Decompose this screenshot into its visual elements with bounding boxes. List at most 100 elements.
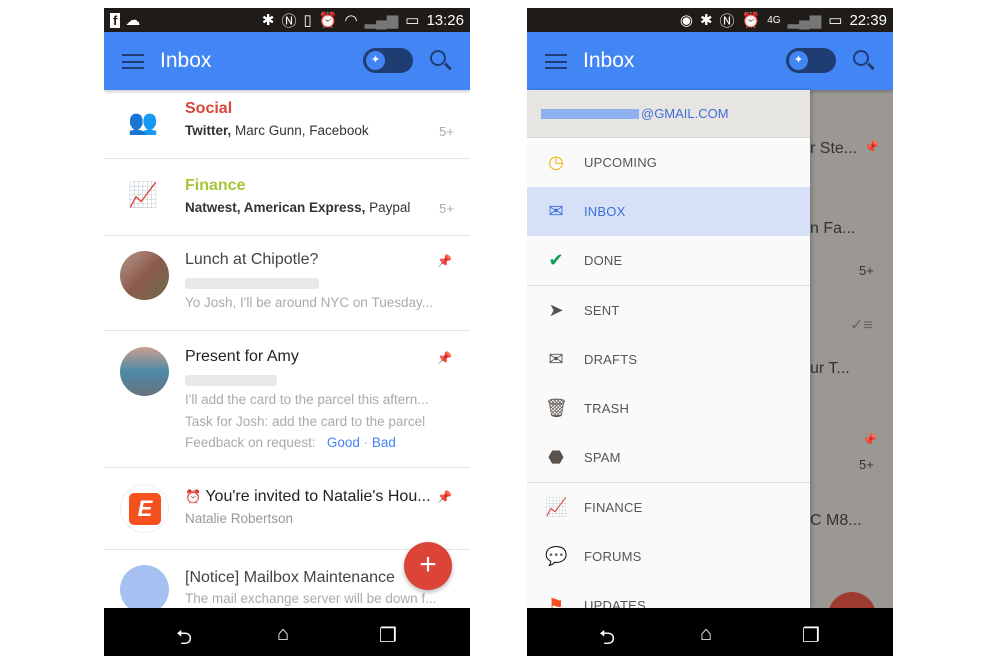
- account-email: @GMAIL.COM: [641, 106, 729, 121]
- search-icon[interactable]: [853, 50, 869, 66]
- drawer-item-label: SPAM: [584, 450, 621, 465]
- status-time: 22:39: [849, 11, 887, 29]
- email-snippet: The mail exchange server will be down f.…: [185, 591, 437, 606]
- avatar: E: [120, 484, 169, 533]
- pin-icon: ✦: [789, 51, 808, 70]
- page-title: Inbox: [160, 49, 212, 72]
- pinned-toggle[interactable]: ✦: [363, 48, 413, 73]
- bundle-count: 5+: [439, 201, 454, 216]
- trash-icon: 🗑: [545, 398, 568, 418]
- facebook-icon: f: [110, 12, 121, 28]
- email-row[interactable]: E ⏰ You're invited to Natalie's Hou... N…: [104, 468, 470, 550]
- bluetooth-icon: ✱: [699, 12, 713, 29]
- menu-icon[interactable]: [545, 54, 567, 69]
- drawer-item-label: DONE: [584, 253, 623, 268]
- nav-bar: ⮌ ⌂ ❐: [527, 608, 893, 656]
- bundle-senders: Marc Gunn, Facebook: [231, 123, 369, 138]
- recents-button[interactable]: ❐: [379, 623, 397, 648]
- drafts-icon: ✉: [548, 349, 564, 369]
- bundle-title: Social: [185, 100, 233, 117]
- avatar: [120, 347, 169, 396]
- battery-icon: ▭: [405, 12, 420, 29]
- compose-button[interactable]: +: [404, 542, 452, 590]
- feedback-bad-link[interactable]: Bad: [372, 435, 396, 450]
- bundle-title: Finance: [185, 177, 246, 194]
- pin-icon: 📌: [862, 433, 877, 447]
- check-icon: ✔: [548, 250, 564, 270]
- drawer-item-forums[interactable]: 💬 FORUMS: [527, 532, 810, 581]
- bluetooth-icon: ✱: [261, 12, 275, 29]
- app-bar: Inbox ✦: [104, 32, 470, 90]
- redacted-email: [541, 109, 639, 119]
- drawer-item-label: TRASH: [584, 401, 630, 416]
- drawer-item-sent[interactable]: ➤ SENT: [527, 286, 810, 335]
- redacted-sender: [185, 375, 277, 386]
- back-button[interactable]: ⮌: [599, 623, 615, 656]
- count: 5+: [859, 457, 874, 472]
- search-icon[interactable]: [430, 50, 446, 66]
- recents-button[interactable]: ❐: [802, 623, 820, 648]
- bundle-senders: Paypal: [365, 200, 411, 215]
- pin-icon: 📌: [864, 140, 879, 154]
- email-subject: Lunch at Chipotle?: [185, 251, 319, 268]
- pinned-toggle[interactable]: ✦: [786, 48, 836, 73]
- status-bar: f ☁ ✱ Ⓝ ▯ ⏰ ◠ ▂▄▆ ▭ 13:26: [104, 8, 470, 32]
- drawer-item-label: FORUMS: [584, 549, 642, 564]
- sweep-icon: ✓≡: [850, 317, 873, 334]
- home-button[interactable]: ⌂: [700, 623, 712, 646]
- spam-icon: ⬣: [548, 447, 564, 467]
- email-task: Task for Josh: add the card to the parce…: [185, 414, 426, 429]
- feedback-good-link[interactable]: Good: [327, 435, 360, 450]
- drawer-item-label: UPCOMING: [584, 155, 658, 170]
- drawer-item-label: SENT: [584, 303, 620, 318]
- dimmed-inbox[interactable]: r Ste... 📌 n Fa... 5+ ✓≡ ur T... 📌 5+ C …: [810, 90, 893, 640]
- eventbrite-logo: E: [129, 493, 161, 525]
- home-button[interactable]: ⌂: [277, 623, 289, 646]
- cloud-check-icon: ☁: [125, 12, 141, 29]
- nav-bar: ⮌ ⌂ ❐: [104, 608, 470, 656]
- avatar: [120, 565, 169, 614]
- bundle-social[interactable]: 👥 Social Twitter, Marc Gunn, Facebook 5+: [104, 90, 470, 159]
- text-fragment: C M8...: [810, 512, 862, 529]
- envelope-icon: ✉: [548, 201, 564, 221]
- alarm-icon: ⏰: [185, 489, 202, 504]
- drawer-item-done[interactable]: ✔ DONE: [527, 236, 810, 285]
- phone-inbox: f ☁ ✱ Ⓝ ▯ ⏰ ◠ ▂▄▆ ▭ 13:26 Inbox ✦ 👥 Soci…: [104, 8, 470, 656]
- drawer-item-spam[interactable]: ⬣ SPAM: [527, 433, 810, 482]
- email-row[interactable]: Lunch at Chipotle? Yo Josh, I'll be arou…: [104, 236, 470, 331]
- drawer-item-inbox[interactable]: ✉ INBOX: [527, 187, 810, 236]
- app-bar: Inbox ✦: [527, 32, 893, 90]
- forums-icon: 💬: [545, 546, 568, 566]
- drawer-item-label: INBOX: [584, 204, 626, 219]
- redacted-sender: [185, 278, 319, 289]
- drawer-item-label: FINANCE: [584, 500, 643, 515]
- bundle-finance[interactable]: 📈 Finance Natwest, American Express, Pay…: [104, 159, 470, 236]
- status-bar: ◉ ✱ Ⓝ ⏰ 4G ▂▄▆ ▭ 22:39: [527, 8, 893, 32]
- finance-icon: 📈: [545, 497, 568, 517]
- pin-icon[interactable]: 📌: [437, 351, 452, 365]
- feedback-label: Feedback on request:: [185, 435, 316, 450]
- page-title: Inbox: [583, 49, 635, 72]
- 4g-icon: 4G: [767, 14, 781, 26]
- drawer-item-drafts[interactable]: ✉ DRAFTS: [527, 335, 810, 384]
- email-snippet: Yo Josh, I'll be around NYC on Tuesday..…: [185, 295, 433, 310]
- clock-icon: ◷: [548, 152, 564, 172]
- back-button[interactable]: ⮌: [176, 623, 192, 656]
- finance-icon: 📈: [128, 182, 158, 209]
- text-fragment: ur T...: [810, 360, 850, 377]
- drawer-item-upcoming[interactable]: ◷ UPCOMING: [527, 138, 810, 187]
- pin-icon[interactable]: 📌: [437, 490, 452, 504]
- signal-icon: ▂▄▆: [364, 12, 399, 29]
- drawer-item-finance[interactable]: 📈 FINANCE: [527, 483, 810, 532]
- email-snippet: I'll add the card to the parcel this aft…: [185, 392, 429, 407]
- wifi-icon: ◠: [344, 12, 358, 29]
- avatar: [120, 251, 169, 300]
- drawer-item-trash[interactable]: 🗑 TRASH: [527, 384, 810, 433]
- account-switcher[interactable]: @GMAIL.COM: [527, 90, 810, 138]
- menu-icon[interactable]: [122, 54, 144, 69]
- bundle-count: 5+: [439, 124, 454, 139]
- email-row[interactable]: Present for Amy I'll add the card to the…: [104, 331, 470, 468]
- pin-icon[interactable]: 📌: [437, 254, 452, 268]
- phone-drawer: ◉ ✱ Ⓝ ⏰ 4G ▂▄▆ ▭ 22:39 Inbox ✦ r Ste... …: [527, 8, 893, 656]
- bundle-senders-bold: Twitter,: [185, 123, 232, 138]
